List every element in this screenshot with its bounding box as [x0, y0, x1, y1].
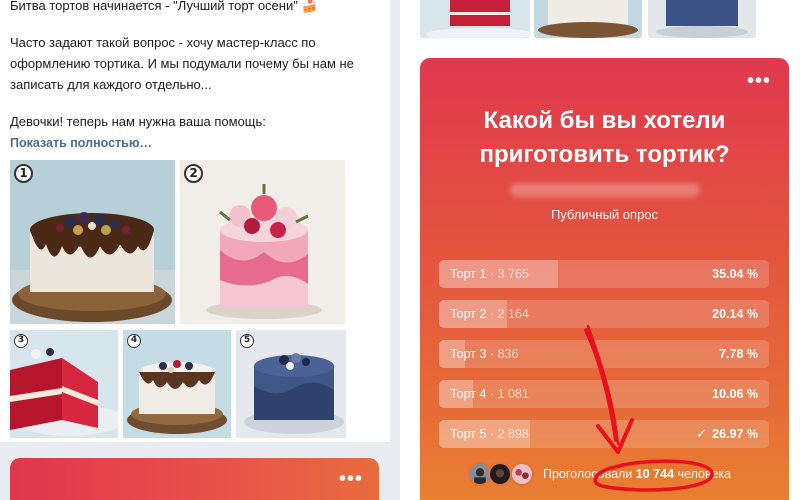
poll-question: Какой бы вы хотели приготовить тортик?	[420, 104, 789, 172]
photo-number-badge: 1	[14, 164, 33, 183]
more-options-icon[interactable]: •••	[339, 469, 363, 489]
poll-option-percent: 10.06 %	[712, 387, 758, 401]
cake-photo-top-2	[534, 0, 642, 38]
top-photo-3[interactable]	[648, 0, 756, 38]
poll-option-1[interactable]: Торт 1 · 3 765 35.04 %	[439, 260, 769, 288]
top-photo-2[interactable]	[534, 0, 642, 38]
photo-number-badge: 4	[127, 334, 141, 348]
cake-photo-5	[236, 330, 346, 438]
poll-option-percent: 20.14 %	[712, 307, 758, 321]
poll-option-2[interactable]: Торт 2 · 2 164 20.14 %	[439, 300, 769, 328]
photo-number-badge: 5	[240, 334, 254, 348]
post-text-line: оформлению тортика. И мы подумали почему…	[10, 56, 354, 71]
top-photo-1[interactable]	[420, 0, 530, 38]
post-card: Битва тортов начинается - "Лучший торт о…	[0, 0, 390, 442]
post-text-line: Девочки! теперь нам нужна ваша помощь:	[10, 114, 266, 129]
photo-2[interactable]: 2	[180, 160, 345, 324]
next-post-card: •••	[10, 458, 379, 500]
post-text-line: записать для каждого отдельно...	[10, 77, 212, 92]
photo-1[interactable]: 1	[10, 160, 175, 324]
poll-option-percent: 35.04 %	[712, 267, 758, 281]
poll-type-label: Публичный опрос	[550, 207, 659, 222]
poll-option-4[interactable]: Торт 4 · 1 081 10.06 %	[439, 380, 769, 408]
poll-option-label: Торт 5 · 2 898	[450, 427, 529, 441]
avatar	[488, 462, 512, 486]
post-text: Битва тортов начинается - "Лучший торт о…	[10, 0, 378, 154]
poll-option-label: Торт 1 · 3 765	[450, 267, 529, 281]
photo-number-badge: 3	[14, 334, 28, 348]
poll-card: ••• Какой бы вы хотели приготовить торти…	[420, 58, 789, 500]
photo-4[interactable]: 4	[123, 330, 231, 438]
check-icon: ✓	[696, 426, 707, 441]
cake-photo-1	[10, 160, 175, 324]
voter-avatar-1	[470, 464, 490, 484]
poll-author-blurred	[510, 183, 700, 197]
show-more-link[interactable]: Показать полностью…	[10, 133, 152, 154]
photo-number-badge: 2	[184, 164, 203, 183]
voted-count-text[interactable]: Проголосовали 10 744 человека	[543, 467, 731, 481]
cake-photo-3	[10, 330, 118, 438]
poll-option-percent: 7.78 %	[719, 347, 758, 361]
poll-option-label: Торт 2 · 2 164	[450, 307, 529, 321]
voter-avatar-2	[490, 464, 510, 484]
cake-photo-top-3	[648, 0, 756, 38]
cake-photo-2	[180, 160, 345, 324]
poll-option-label: Торт 3 · 836	[450, 347, 519, 361]
cake-photo-top-1	[420, 0, 530, 38]
photo-3[interactable]: 3	[10, 330, 118, 438]
photo-5[interactable]: 5	[236, 330, 346, 438]
avatar	[510, 462, 534, 486]
cake-photo-4	[123, 330, 231, 438]
poll-option-3[interactable]: Торт 3 · 836 7.78 %	[439, 340, 769, 368]
poll-question-text: Какой бы вы хотели приготовить тортик?	[479, 107, 730, 168]
poll-option-percent: 26.97 %	[712, 427, 758, 441]
poll-option-5[interactable]: Торт 5 · 2 898 ✓ 26.97 %	[439, 420, 769, 448]
post-text-line: Часто задают такой вопрос - хочу мастер-…	[10, 35, 316, 50]
post-text-line: Битва тортов начинается - "Лучший торт о…	[10, 0, 318, 13]
poll-option-label: Торт 4 · 1 081	[450, 387, 529, 401]
more-options-icon[interactable]: •••	[747, 71, 771, 91]
voter-avatar-3	[512, 464, 532, 484]
